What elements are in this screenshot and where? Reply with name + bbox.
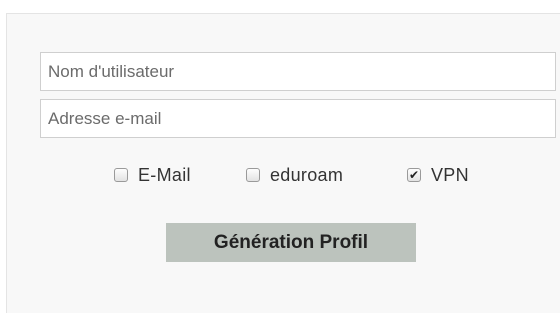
generate-profile-button[interactable]: Génération Profil bbox=[166, 223, 416, 262]
option-eduroam-label: eduroam bbox=[270, 164, 344, 185]
profile-form-panel: E-Mail eduroam ✔ VPN Génération Profil bbox=[6, 13, 560, 313]
username-input[interactable] bbox=[40, 52, 556, 91]
eduroam-checkbox[interactable] bbox=[246, 168, 260, 182]
option-email[interactable]: E-Mail bbox=[114, 162, 191, 188]
vpn-checkbox[interactable]: ✔ bbox=[407, 168, 421, 182]
option-eduroam[interactable]: eduroam bbox=[246, 162, 343, 188]
email-input[interactable] bbox=[40, 99, 556, 138]
option-vpn-label: VPN bbox=[431, 164, 469, 185]
checkmark-icon: ✔ bbox=[408, 168, 420, 182]
email-checkbox[interactable] bbox=[114, 168, 128, 182]
profile-options: E-Mail eduroam ✔ VPN bbox=[7, 162, 560, 188]
option-email-label: E-Mail bbox=[138, 164, 191, 185]
option-vpn[interactable]: ✔ VPN bbox=[407, 162, 469, 188]
